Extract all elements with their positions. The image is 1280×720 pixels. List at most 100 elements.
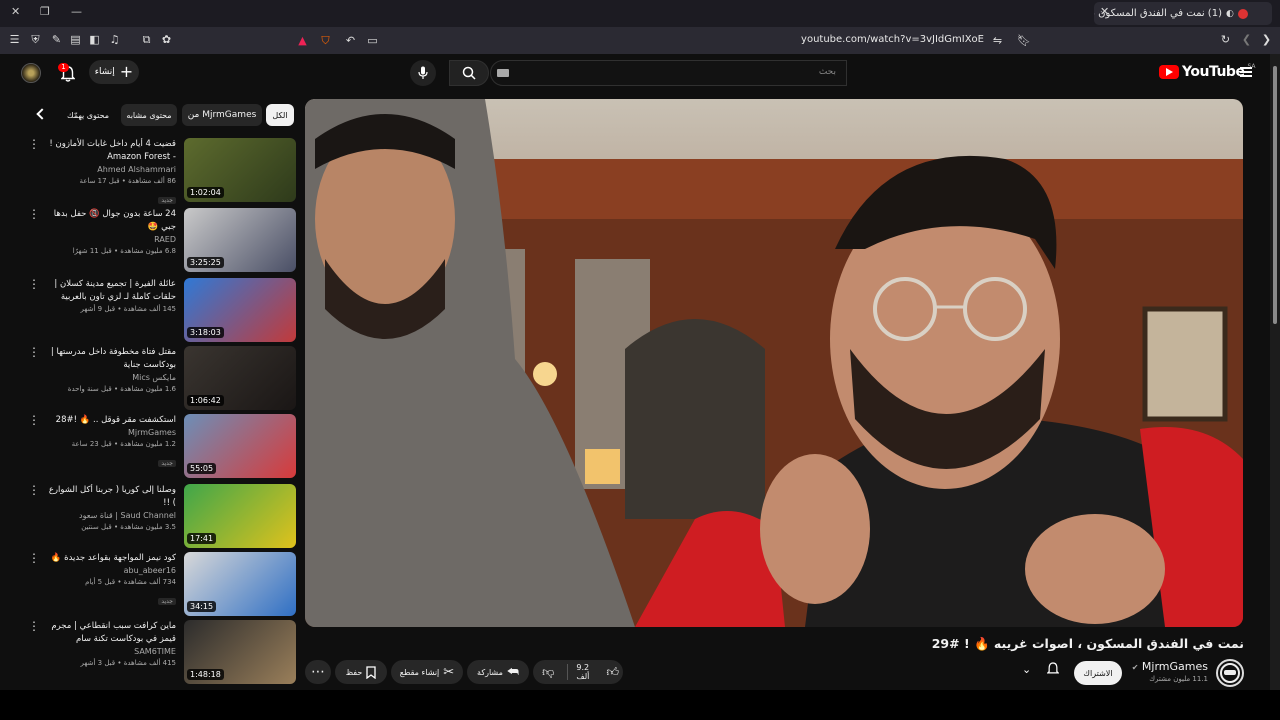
- sidebar-icon[interactable]: ◧: [88, 33, 101, 46]
- clip-button[interactable]: إنشاء مقطع ✂: [391, 660, 463, 684]
- related-video-title[interactable]: استكشفت مقر قوقل .. 🔥 !#28: [48, 414, 176, 427]
- pen-icon[interactable]: ✎: [50, 33, 63, 46]
- keyboard-icon[interactable]: [497, 69, 509, 77]
- brave-rewards-icon[interactable]: ▲: [296, 34, 309, 47]
- youtube-play-icon: [1159, 65, 1179, 79]
- related-video-stats: 3.5 مليون مشاهدة • قبل سنتين: [81, 523, 176, 531]
- related-video-thumbnail[interactable]: 3:25:25: [184, 208, 296, 272]
- related-video-thumbnail[interactable]: 34:15: [184, 552, 296, 616]
- duration-badge: 55:05: [187, 463, 217, 474]
- related-video-thumbnail[interactable]: 1:02:04: [184, 138, 296, 202]
- scrollbar-thumb[interactable]: [1273, 66, 1277, 324]
- forward-icon[interactable]: ❯: [1260, 33, 1273, 46]
- more-options-icon[interactable]: ⋮: [28, 414, 40, 430]
- translate-icon[interactable]: ⇋: [991, 34, 1004, 47]
- thumbs-down-icon: 👎︎: [542, 664, 555, 679]
- related-video-title[interactable]: مقتل فتاة مخطوفة داخل مدرستها | بودكاست …: [48, 346, 176, 372]
- create-label: إنشاء: [94, 67, 115, 77]
- minimize-window-icon[interactable]: —: [71, 5, 82, 18]
- related-video-thumbnail[interactable]: 55:05: [184, 414, 296, 478]
- save-button[interactable]: حفظ: [335, 660, 387, 684]
- search-placeholder: بحث: [818, 67, 836, 77]
- menu-icon[interactable]: ☰: [8, 33, 21, 46]
- cast-icon[interactable]: ▭: [366, 34, 379, 47]
- account-avatar[interactable]: [21, 63, 41, 83]
- close-window-icon[interactable]: ✕: [11, 5, 20, 18]
- browser-tab-active[interactable]: ✕ ◐ (1) نمت في الفندق المسكون ، اص: [1094, 2, 1272, 25]
- close-tab-icon[interactable]: ✕: [1100, 5, 1109, 18]
- voice-search-button[interactable]: [410, 60, 436, 86]
- related-video-channel[interactable]: SAM6TIME: [48, 646, 176, 658]
- related-video-thumbnail[interactable]: 1:06:42: [184, 346, 296, 410]
- share-button[interactable]: مشاركة ⮪: [467, 660, 529, 684]
- search-input[interactable]: بحث: [490, 60, 847, 86]
- bookmark-icon[interactable]: 🔖︎: [1017, 34, 1031, 47]
- related-video-title[interactable]: قضيت 4 أيام داخل غابات الأمازون ! - Amaz…: [48, 138, 176, 164]
- reader-icon[interactable]: ▤: [69, 33, 82, 46]
- guide-menu-icon[interactable]: [1240, 67, 1252, 77]
- address-bar[interactable]: ▲ ⛉ ↶ ▭ youtube.com/watch?v=3vJIdGmIXoE …: [286, 30, 1034, 51]
- more-options-icon[interactable]: ⋮: [28, 346, 40, 362]
- related-video-item[interactable]: ⋮ قضيت 4 أيام داخل غابات الأمازون ! - Am…: [24, 138, 296, 204]
- video-meta: استكشفت مقر قوقل .. 🔥 !#28 MjrmGames 1.2…: [48, 414, 176, 469]
- video-player[interactable]: [305, 99, 1243, 627]
- extensions-icon[interactable]: ✿: [160, 33, 173, 46]
- expand-chevron-icon[interactable]: ⌄: [1022, 663, 1031, 676]
- tab-title: (1) نمت في الفندق المسكون ، اص: [1094, 8, 1222, 19]
- related-video-channel[interactable]: abu_abeer16: [48, 565, 176, 577]
- music-icon[interactable]: ♫: [108, 33, 121, 46]
- more-options-icon[interactable]: ⋮: [28, 552, 40, 568]
- related-video-title[interactable]: وصلنا إلى كوريا ( جربنا أكل الشوارع ) !!: [48, 484, 176, 510]
- duration-badge: 1:02:04: [187, 187, 224, 198]
- related-video-item[interactable]: ⋮ مقتل فتاة مخطوفة داخل مدرستها | بودكاس…: [24, 346, 296, 412]
- more-options-icon[interactable]: ⋮: [28, 484, 40, 500]
- related-video-item[interactable]: ⋮ وصلنا إلى كوريا ( جربنا أكل الشوارع ) …: [24, 484, 296, 550]
- like-button[interactable]: 9.2 ألف 👍︎: [572, 663, 623, 681]
- related-video-title[interactable]: ماين كرافت سبب انقطاعي | مجرم قيمز في بو…: [48, 620, 176, 646]
- related-video-item[interactable]: ⋮ كود نيمز المواجهة بقواعد جديدة 🔥 abu_a…: [24, 552, 296, 618]
- chip-all[interactable]: الكل: [266, 104, 294, 126]
- shield-icon[interactable]: ⛨: [29, 33, 42, 46]
- subscribe-button[interactable]: الاشتراك: [1074, 661, 1122, 685]
- chip-related[interactable]: محتوى مشابه: [121, 104, 177, 126]
- more-options-icon[interactable]: ⋮: [28, 138, 40, 154]
- related-video-thumbnail[interactable]: 1:48:18: [184, 620, 296, 684]
- back-arrow-icon[interactable]: ↶: [344, 34, 357, 47]
- back-icon[interactable]: ❮: [1240, 33, 1253, 46]
- chip-from-channel[interactable]: من MjrmGames: [182, 104, 262, 126]
- related-video-item[interactable]: ⋮ استكشفت مقر قوقل .. 🔥 !#28 MjrmGames 1…: [24, 414, 296, 480]
- related-video-channel[interactable]: RAED: [48, 234, 176, 246]
- brave-shield-icon[interactable]: ⛉: [319, 34, 332, 47]
- url-text[interactable]: youtube.com/watch?v=3vJIdGmIXoE: [801, 34, 984, 45]
- audio-icon[interactable]: ◐: [1226, 9, 1234, 19]
- related-video-title[interactable]: عائلة الفيرة | تجميع مدينة كسلان | حلقات…: [48, 278, 176, 304]
- related-video-channel[interactable]: Saud Channel | قناة سعود: [48, 510, 176, 522]
- channel-name[interactable]: MjrmGames ✔: [1132, 660, 1208, 673]
- more-options-icon[interactable]: ⋮: [28, 278, 40, 294]
- reload-icon[interactable]: ↻: [1219, 33, 1232, 46]
- related-video-item[interactable]: ⋮ ماين كرافت سبب انقطاعي | مجرم قيمز في …: [24, 620, 296, 686]
- related-video-item[interactable]: ⋮ 24 ساعة بدون جوال 📵 حفل بدها جبي 🤩 RAE…: [24, 208, 296, 274]
- related-video-stats: 415 ألف مشاهدة • قبل 3 أشهر: [80, 659, 176, 667]
- channel-avatar[interactable]: [1216, 659, 1244, 687]
- related-video-channel[interactable]: Ahmed Alshammari: [48, 164, 176, 176]
- create-button[interactable]: إنشاء +: [89, 60, 139, 84]
- more-options-icon[interactable]: ⋮: [28, 620, 40, 636]
- notification-bell-button[interactable]: [1047, 662, 1059, 676]
- related-video-thumbnail[interactable]: 3:18:03: [184, 278, 296, 342]
- related-video-channel[interactable]: MjrmGames: [48, 427, 176, 439]
- search-button[interactable]: [449, 60, 489, 86]
- dislike-button[interactable]: 👎︎: [533, 665, 563, 680]
- more-actions-button[interactable]: ⋯: [305, 660, 331, 684]
- related-video-channel[interactable]: مايكس Mics: [48, 372, 176, 384]
- screenshot-icon[interactable]: ⧉: [140, 33, 153, 46]
- restore-window-icon[interactable]: ❐: [40, 5, 50, 18]
- page-scrollbar[interactable]: [1270, 54, 1280, 690]
- chip-for-you[interactable]: محتوى يهمّك: [60, 104, 116, 126]
- related-video-title[interactable]: كود نيمز المواجهة بقواعد جديدة 🔥: [48, 552, 176, 565]
- related-video-title[interactable]: 24 ساعة بدون جوال 📵 حفل بدها جبي 🤩: [48, 208, 176, 234]
- more-options-icon[interactable]: ⋮: [28, 208, 40, 224]
- related-video-stats: 1.2 مليون مشاهدة • قبل 23 ساعة: [71, 440, 176, 448]
- related-video-item[interactable]: ⋮ عائلة الفيرة | تجميع مدينة كسلان | حلق…: [24, 278, 296, 344]
- related-video-thumbnail[interactable]: 17:41: [184, 484, 296, 548]
